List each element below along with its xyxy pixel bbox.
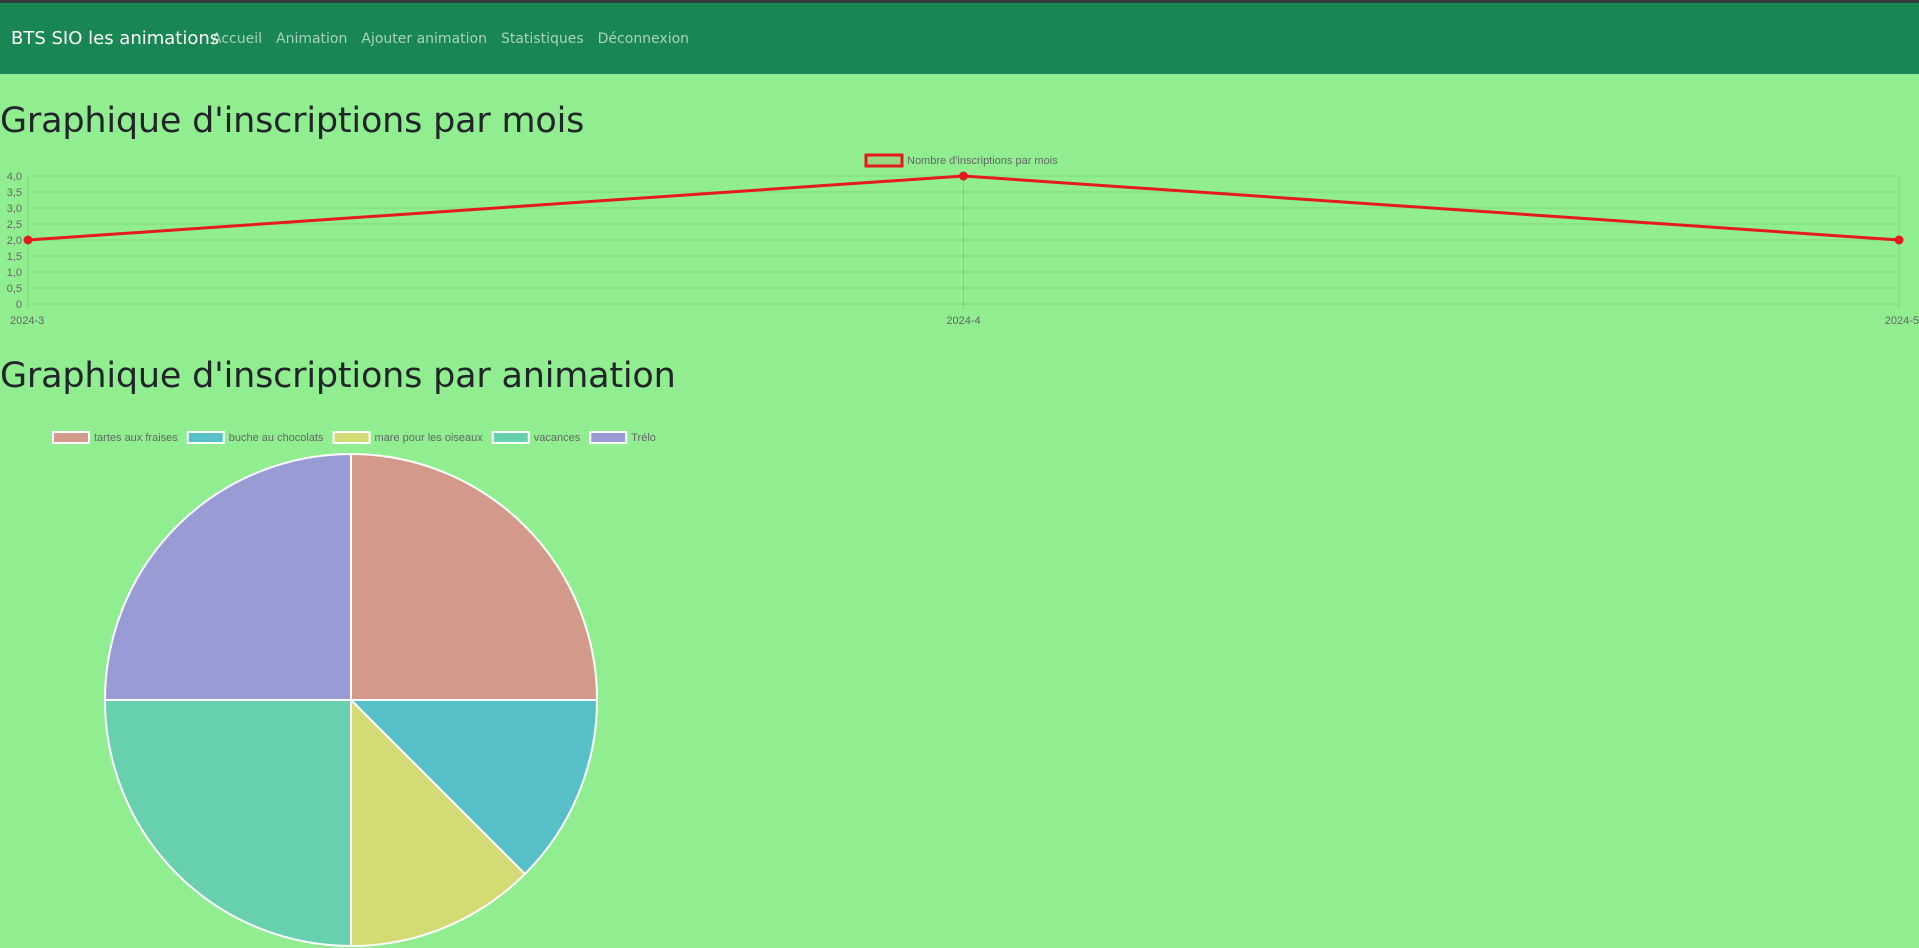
nav-links: Accueil Animation Ajouter animation Stat… [212, 31, 703, 47]
x-tick-label: 2024-5 [1885, 315, 1919, 327]
y-tick-label: 0,5 [7, 283, 22, 295]
y-tick-label: 1,0 [7, 267, 22, 279]
data-point [23, 235, 33, 245]
nav-link-statistiques[interactable]: Statistiques [501, 31, 584, 47]
data-point [959, 171, 968, 181]
legend-label: Nombre d'inscriptions par mois [907, 155, 1058, 167]
nav-link-ajouter-animation[interactable]: Ajouter animation [361, 31, 487, 47]
legend-label: Trélo [631, 432, 656, 444]
nav-link-accueil[interactable]: Accueil [212, 31, 262, 47]
y-tick-label: 1,5 [7, 251, 22, 263]
month-chart-title: Graphique d'inscriptions par mois [0, 101, 585, 141]
legend-swatch [186, 431, 225, 444]
legend-label: buche au chocolats [229, 432, 324, 444]
y-tick-label: 3,0 [7, 203, 22, 215]
navbar-brand[interactable]: BTS SIO les animations [11, 28, 219, 49]
y-tick-label: 3,5 [7, 187, 22, 199]
line-chart: Nombre d'inscriptions par mois 0 0,5 1,0 1,5… [7, 153, 1919, 327]
legend-swatch [332, 431, 371, 444]
pie-slice [103, 699, 352, 948]
x-tick-label: 2024-4 [946, 315, 980, 327]
navbar: BTS SIO les animations Accueil Animation… [0, 0, 1919, 74]
pie-slice [350, 452, 599, 701]
legend-label: tartes aux fraises [94, 432, 178, 444]
y-tick-label: 0 [16, 299, 22, 311]
y-tick-label: 2,5 [7, 219, 22, 231]
legend-swatch [589, 431, 628, 444]
y-tick-label: 2,0 [7, 235, 22, 247]
legend-label: mare pour les oiseaux [375, 432, 484, 444]
legend-label: vacances [534, 432, 581, 444]
nav-link-deconnexion[interactable]: Déconnexion [598, 31, 689, 47]
legend-swatch [864, 153, 904, 168]
pie-slice [103, 452, 352, 701]
legend-swatch [491, 431, 530, 444]
nav-link-animation[interactable]: Animation [276, 31, 347, 47]
data-point [1894, 235, 1904, 245]
x-tick-label: 2024-3 [10, 315, 44, 327]
y-tick-label: 4,0 [7, 171, 22, 183]
animation-chart-title: Graphique d'inscriptions par animation [0, 356, 676, 396]
legend-swatch [52, 431, 90, 444]
pie-chart: tartes aux fraises buche au chocolats mare… [52, 431, 656, 948]
